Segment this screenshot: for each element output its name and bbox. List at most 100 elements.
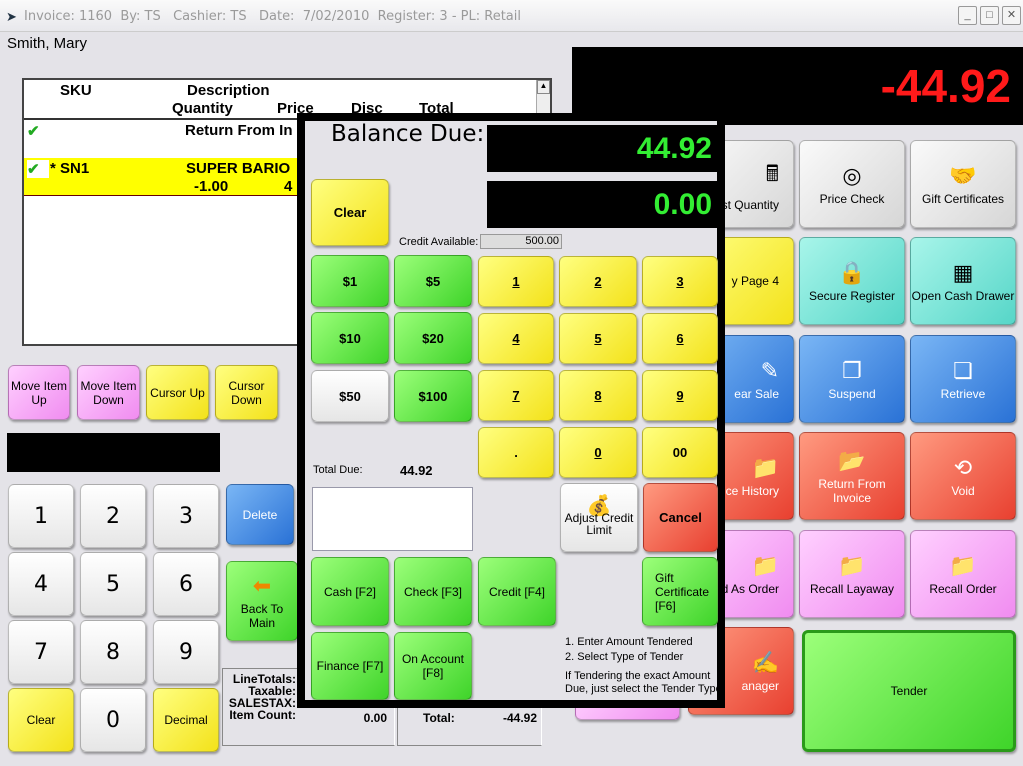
credit-available-label: Credit Available: <box>399 236 479 248</box>
numpad-7-button[interactable]: 7 <box>478 370 554 421</box>
suspend-button[interactable]: ❐ Suspend <box>799 335 905 423</box>
app-logo-icon: ➤ <box>6 9 17 24</box>
adjust-credit-label: Adjust Credit Limit <box>564 510 634 537</box>
scroll-up-icon[interactable]: ▲ <box>537 80 550 94</box>
eraser-icon: ✎ <box>760 357 779 383</box>
check-icon: ✔ <box>27 123 40 140</box>
keypad-9-button[interactable]: 9 <box>153 620 219 684</box>
numpad-4-button[interactable]: 4 <box>478 313 554 364</box>
cash-f2-button[interactable]: Cash [F2] <box>311 557 389 626</box>
retrieve-button[interactable]: ❏ Retrieve <box>910 335 1016 423</box>
adjust-credit-limit-button[interactable]: 💰 Adjust Credit Limit <box>560 483 638 552</box>
button-label: Secure Register <box>808 288 896 303</box>
total-due-value: 44.92 <box>400 463 433 478</box>
tender-button[interactable]: Tender <box>802 630 1016 752</box>
row-quantity: -1.00 <box>194 178 229 195</box>
folder-icon: 📁 <box>949 552 977 578</box>
secure-register-button[interactable]: 🔒 Secure Register <box>799 237 905 325</box>
total-label: Total: <box>423 711 455 725</box>
money-5-button[interactable]: $5 <box>394 255 472 307</box>
cursor-down-button[interactable]: Cursor Down <box>215 365 278 420</box>
button-label: Gift Certificates <box>921 191 1005 206</box>
return-from-invoice-button[interactable]: 📂 Return From Invoice <box>799 432 905 520</box>
close-button[interactable]: ✕ <box>1002 6 1021 25</box>
move-item-up-button[interactable]: Move Item Up <box>8 365 70 420</box>
numpad-8-button[interactable]: 8 <box>559 370 637 421</box>
balance-due-label: Balance Due: <box>331 121 485 147</box>
item-count-label: Item Count: <box>229 708 296 722</box>
keypad-7-button[interactable]: 7 <box>8 620 74 684</box>
numpad-9-button[interactable]: 9 <box>642 370 718 421</box>
finance-f7-button[interactable]: Finance [F7] <box>311 632 389 700</box>
button-label: Recall Order <box>929 581 997 596</box>
numpad-0-button[interactable]: 0 <box>559 427 637 478</box>
folder-icon: 📁 <box>751 552 779 578</box>
keypad-6-button[interactable]: 6 <box>153 552 219 616</box>
numpad-00-button[interactable]: 00 <box>642 427 718 478</box>
gift-certificate-f6-button[interactable]: Gift Certificate [F6] <box>642 557 718 626</box>
dialog-clear-button[interactable]: Clear <box>311 179 389 246</box>
credit-f4-button[interactable]: Credit [F4] <box>478 557 556 626</box>
instruction-1: 1. Enter Amount Tendered <box>565 636 693 648</box>
gift-certificates-button[interactable]: 🤝 Gift Certificates <box>910 140 1016 228</box>
price-check-button[interactable]: ◎ Price Check <box>799 140 905 228</box>
keypad-0-button[interactable]: 0 <box>80 688 146 752</box>
button-label: anager <box>741 678 779 693</box>
lock-icon: 🔒 <box>838 259 866 285</box>
button-label: y Page 4 <box>731 274 779 288</box>
button-label: Retrieve <box>940 386 986 401</box>
check-f3-button[interactable]: Check [F3] <box>394 557 472 626</box>
keypad-clear-button[interactable]: Clear <box>8 688 74 752</box>
keypad-2-button[interactable]: 2 <box>80 484 146 548</box>
keypad-3-button[interactable]: 3 <box>153 484 219 548</box>
button-label: st Quantity <box>721 197 779 212</box>
maximize-button[interactable]: □ <box>980 6 999 25</box>
folders-icon: ❐ <box>842 357 862 383</box>
coin-icon: ◎ <box>842 162 862 188</box>
folder-icon: 📁 <box>751 454 779 480</box>
recall-layaway-button[interactable]: 📁 Recall Layaway <box>799 530 905 618</box>
money-100-button[interactable]: $100 <box>394 370 472 422</box>
recall-order-button[interactable]: 📁 Recall Order <box>910 530 1016 618</box>
title-bar: ➤ Invoice: 1160 By: TS Cashier: TS Date:… <box>0 0 1023 32</box>
numpad-2-button[interactable]: 2 <box>559 256 637 307</box>
minimize-button[interactable]: _ <box>958 6 977 25</box>
back-to-main-button[interactable]: ⬅ Back To Main <box>226 561 298 641</box>
numpad-1-button[interactable]: 1 <box>478 256 554 307</box>
money-1-button[interactable]: $1 <box>311 255 389 307</box>
credit-available-value: 500.00 <box>480 234 562 249</box>
numpad-5-button[interactable]: 5 <box>559 313 637 364</box>
numpad-dot-button[interactable]: . <box>478 427 554 478</box>
total-value: -44.92 <box>502 711 537 725</box>
cursor-up-button[interactable]: Cursor Up <box>146 365 209 420</box>
button-label: ear Sale <box>734 386 779 401</box>
keypad-decimal-button[interactable]: Decimal <box>153 688 219 752</box>
money-10-button[interactable]: $10 <box>311 312 389 364</box>
amount-tendered-display: 0.00 <box>487 181 718 228</box>
button-label: Suspend <box>828 386 876 401</box>
money-50-button[interactable]: $50 <box>311 370 389 422</box>
button-label: Price Check <box>819 191 885 206</box>
numpad-3-button[interactable]: 3 <box>642 256 718 307</box>
total-due-label: Total Due: <box>313 464 363 476</box>
instruction-3: If Tendering the exact Amount Due, just … <box>565 670 722 695</box>
check-icon: ✔ <box>27 160 49 178</box>
on-account-f8-button[interactable]: On Account [F8] <box>394 632 472 700</box>
back-arrow-icon: ⬅ <box>252 572 272 598</box>
open-cash-drawer-button[interactable]: ▦ Open Cash Drawer <box>910 237 1016 325</box>
calculator-icon: 🖩 <box>765 160 779 186</box>
row-sku: * SN1 <box>50 160 90 177</box>
keypad-8-button[interactable]: 8 <box>80 620 146 684</box>
money-20-button[interactable]: $20 <box>394 312 472 364</box>
keypad-5-button[interactable]: 5 <box>80 552 146 616</box>
move-item-down-button[interactable]: Move Item Down <box>77 365 140 420</box>
folder-icon: 📁 <box>838 552 866 578</box>
notes-field[interactable] <box>312 487 473 551</box>
delete-button[interactable]: Delete <box>226 484 294 545</box>
keypad-1-button[interactable]: 1 <box>8 484 74 548</box>
numpad-6-button[interactable]: 6 <box>642 313 718 364</box>
header-quantity: Quantity <box>172 100 233 117</box>
cancel-button[interactable]: Cancel <box>643 483 718 552</box>
void-button[interactable]: ⟲ Void <box>910 432 1016 520</box>
keypad-4-button[interactable]: 4 <box>8 552 74 616</box>
